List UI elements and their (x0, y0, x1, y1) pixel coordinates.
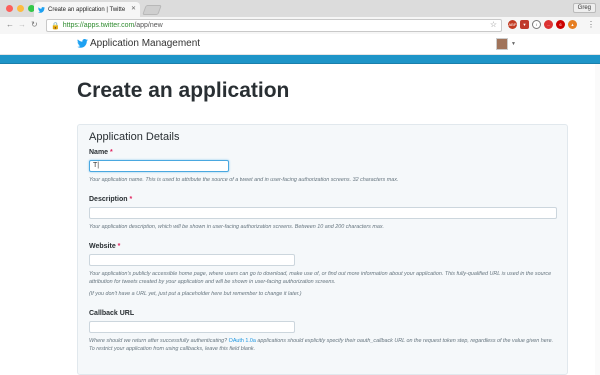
callback-label: Callback URL (89, 310, 135, 317)
website-help: Your application's publicly accessible h… (89, 271, 552, 285)
close-window-icon[interactable] (6, 5, 13, 12)
chevron-down-icon[interactable]: ▼ (511, 41, 516, 47)
browser-chrome: Create an application | Twitte ✕ Greg ← … (0, 0, 600, 34)
website-placeholder-note: (If you don't have a URL yet, just put a… (89, 291, 302, 297)
page-title: Create an application (77, 79, 290, 102)
minimize-window-icon[interactable] (17, 5, 24, 12)
page-scrollbar[interactable] (595, 64, 600, 375)
brand-text: Application Management (90, 38, 201, 49)
description-help: Your application description, which will… (89, 224, 385, 230)
oauth-link[interactable]: OAuth 1.0a (229, 338, 256, 344)
callback-help: Where should we return after successfull… (89, 338, 554, 352)
address-bar[interactable]: 🔒 https://apps.twitter.com/app/new ☆ (46, 19, 502, 32)
lastpass-extension-icon[interactable]: … (544, 20, 553, 29)
tab-strip: Create an application | Twitte ✕ Greg (0, 0, 600, 17)
header-band (0, 55, 600, 64)
description-field[interactable] (89, 207, 557, 219)
back-icon[interactable]: ← (6, 20, 14, 29)
lock-icon: 🔒 (51, 22, 60, 30)
info-extension-icon[interactable]: i (532, 20, 541, 29)
name-help: Your application name. This is used to a… (89, 177, 399, 183)
avatar[interactable] (496, 38, 508, 50)
extensions-bar: ABP ▼ i … 6 ▲ (508, 20, 577, 29)
application-details-panel: Application Details Name * T| Your appli… (77, 124, 568, 375)
browser-tab[interactable]: Create an application | Twitte ✕ (34, 2, 140, 17)
callback-url-field[interactable] (89, 321, 295, 333)
forward-icon[interactable]: → (18, 20, 26, 29)
browser-menu-icon[interactable]: ⋮ (587, 20, 595, 29)
brand[interactable]: Application Management (77, 38, 200, 49)
name-field[interactable]: T| (89, 160, 229, 172)
abp-extension-icon[interactable]: ABP (508, 20, 517, 29)
browser-toolbar: ← → ↻ 🔒 https://apps.twitter.com/app/new… (0, 17, 600, 34)
tab-title: Create an application | Twitte (48, 6, 126, 13)
app-header: Application Management ▼ (0, 34, 600, 55)
twitter-bird-icon (38, 6, 45, 13)
section-title: Application Details (89, 131, 180, 143)
pocket-extension-icon[interactable]: ▼ (520, 20, 529, 29)
url-host: https://apps.twitter.com (62, 22, 135, 29)
hat-extension-icon[interactable]: ▲ (568, 20, 577, 29)
new-tab-button[interactable] (142, 5, 162, 15)
url-path: /app/new (134, 22, 163, 29)
website-label: Website * (89, 243, 121, 250)
profile-button[interactable]: Greg (572, 3, 596, 13)
name-label: Name * (89, 149, 113, 156)
description-label: Description * (89, 196, 133, 203)
close-tab-icon[interactable]: ✕ (131, 5, 136, 12)
window-controls (6, 5, 35, 12)
website-field[interactable] (89, 254, 295, 266)
bookmark-star-icon[interactable]: ☆ (490, 20, 497, 29)
tool-extension-icon[interactable]: 6 (556, 20, 565, 29)
reload-icon[interactable]: ↻ (31, 20, 38, 29)
twitter-logo-icon (77, 39, 88, 48)
